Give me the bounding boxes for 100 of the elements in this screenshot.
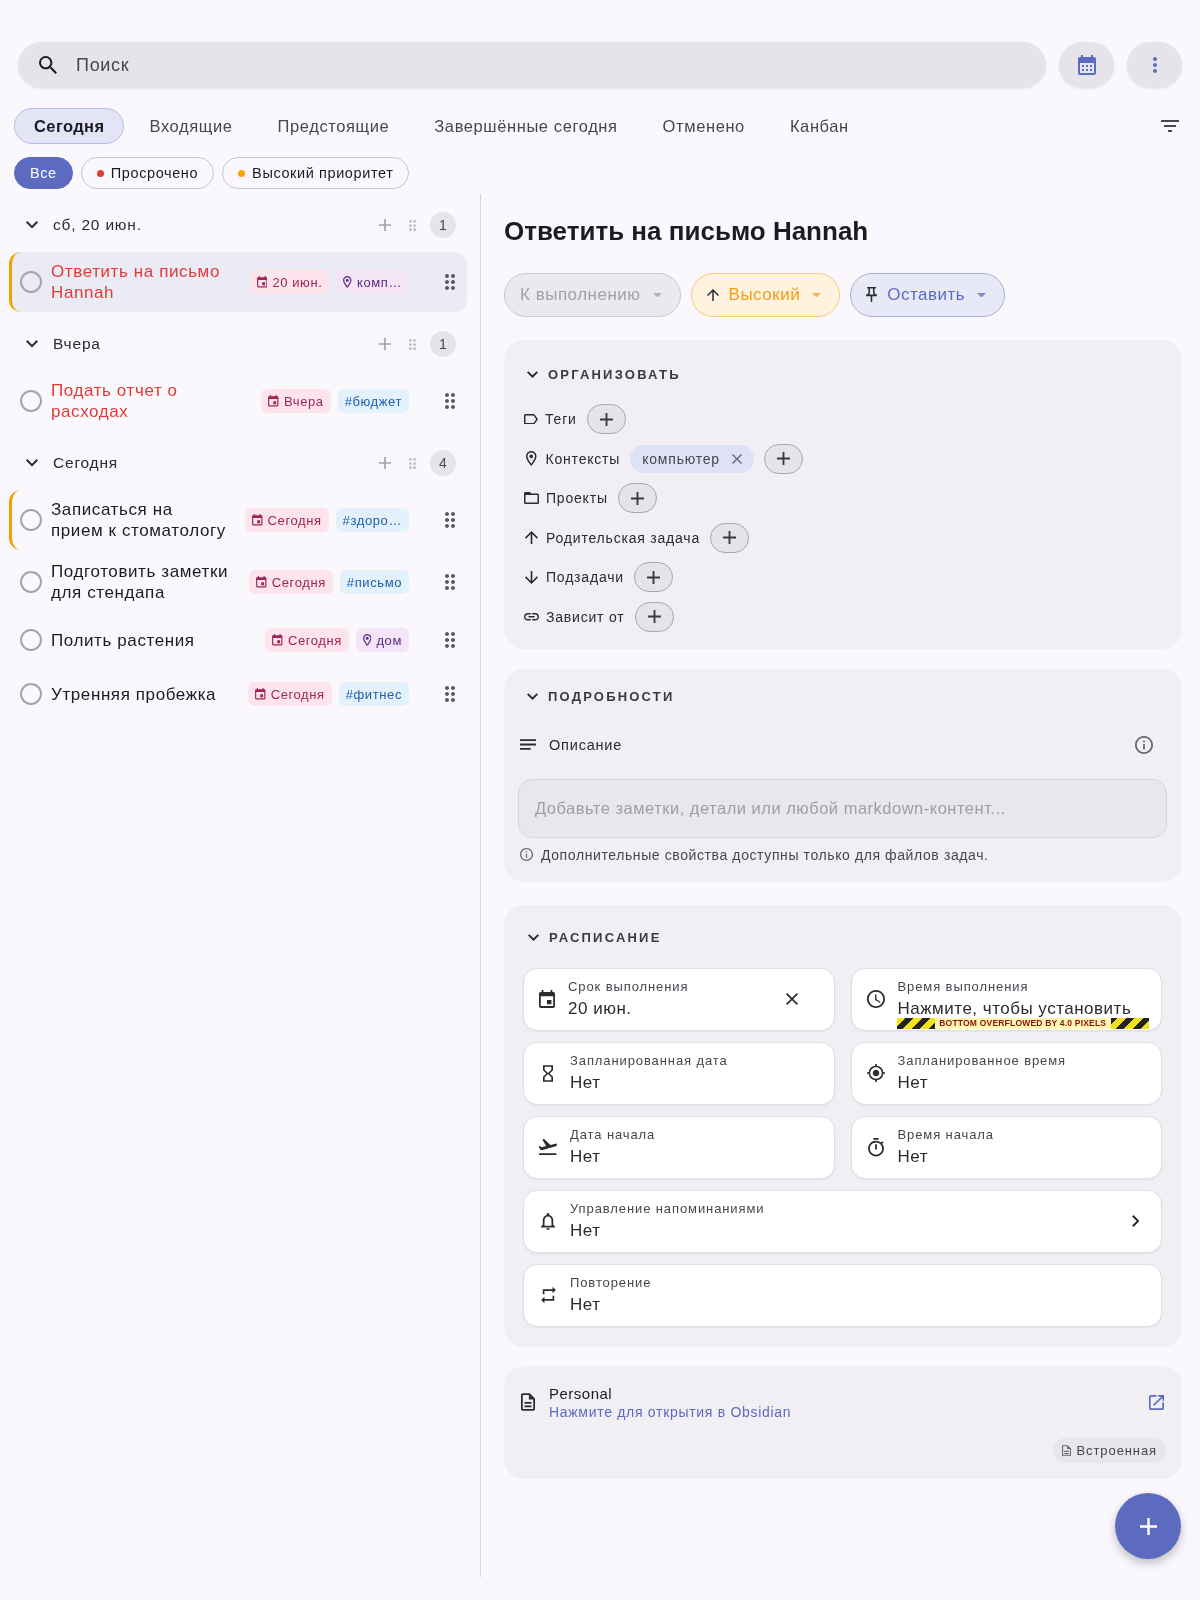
scheduled-date-field[interactable]: Запланированная дата Нет bbox=[523, 1041, 835, 1105]
open-in-obsidian-link[interactable]: Нажмите для открытия в Obsidian bbox=[549, 1402, 792, 1421]
remove-icon[interactable] bbox=[731, 453, 742, 464]
open-external-icon[interactable] bbox=[1149, 1394, 1164, 1410]
recurrence-field[interactable]: Повторение Нет bbox=[523, 1263, 1162, 1327]
drag-handle-icon[interactable] bbox=[445, 574, 455, 590]
info-icon bbox=[520, 848, 533, 862]
drag-handle-icon[interactable] bbox=[409, 457, 416, 469]
tab[interactable]: Отменено bbox=[642, 108, 765, 144]
start-date-field[interactable]: Дата начала Нет bbox=[523, 1115, 835, 1179]
dropdown-caret-icon bbox=[977, 292, 987, 298]
drag-handle-icon[interactable] bbox=[445, 274, 455, 290]
add-button[interactable] bbox=[634, 601, 674, 632]
task-checkbox[interactable] bbox=[20, 571, 42, 593]
chevron-icon[interactable] bbox=[26, 221, 38, 229]
clear-icon[interactable] bbox=[785, 993, 798, 1006]
due-date: Сегодня bbox=[270, 686, 325, 702]
drag-handle-icon[interactable] bbox=[445, 686, 455, 702]
chevron-right-icon[interactable] bbox=[1131, 1215, 1139, 1228]
filter-chip[interactable]: Просрочено bbox=[80, 157, 215, 189]
search-field[interactable]: Поиск bbox=[18, 42, 1046, 88]
plus-icon bbox=[646, 570, 660, 584]
dropdown-caret-icon bbox=[812, 292, 822, 298]
scheduled-time-field[interactable]: Запланированное время Нет bbox=[850, 1041, 1162, 1105]
field-label: Описание bbox=[549, 736, 624, 753]
count-badge: 1 bbox=[430, 331, 456, 357]
task-row[interactable]: Полить растения Сегодня дом bbox=[9, 614, 467, 666]
add-button[interactable] bbox=[586, 404, 626, 434]
calendar-button[interactable] bbox=[1059, 42, 1114, 88]
filter-chip[interactable]: Высокий приоритет bbox=[222, 157, 410, 189]
task-row[interactable]: Ответить на письмо Hannah 20 июн. комп… bbox=[9, 252, 467, 312]
due-time-field[interactable]: Время выполнения Нажмите, чтобы установить BOTTOM OVERFLOWED BY 4.0 PIXELS bbox=[850, 967, 1162, 1031]
document-icon bbox=[521, 1393, 535, 1412]
search-icon bbox=[39, 56, 57, 74]
task-checkbox[interactable] bbox=[20, 629, 42, 651]
field-label: Повторение bbox=[570, 1274, 653, 1291]
task-row[interactable]: Подать отчет о расходах Вчера #бюджет bbox=[9, 371, 467, 431]
plus-icon bbox=[723, 531, 737, 545]
description-field[interactable]: Добавьте заметки, детали или любой markdown-контент... bbox=[518, 778, 1167, 838]
field-label: Срок выполнения bbox=[568, 978, 690, 995]
drag-handle-icon[interactable] bbox=[445, 393, 455, 409]
chevron-icon[interactable] bbox=[528, 934, 539, 942]
field-label: Управление напоминаниями bbox=[570, 1200, 766, 1217]
tab[interactable]: Предстоящие bbox=[257, 108, 410, 144]
tab[interactable]: Входящие bbox=[129, 108, 253, 144]
due-date-field[interactable]: Срок выполнения 20 июн. bbox=[523, 967, 835, 1031]
info-icon[interactable] bbox=[1135, 735, 1153, 754]
drag-handle-icon[interactable] bbox=[409, 219, 416, 231]
filter-chip[interactable]: Все bbox=[14, 157, 73, 189]
reminders-field[interactable]: Управление напоминаниями Нет bbox=[523, 1189, 1162, 1253]
calendar-icon bbox=[268, 395, 279, 407]
task-title: Ответить на письмо Hannah bbox=[51, 261, 221, 303]
due-date: Сегодня bbox=[271, 574, 326, 590]
task-row[interactable]: Утренняя пробежка Сегодня #фитнес bbox=[9, 668, 467, 720]
task-row[interactable]: Записаться на прием к стоматологу Сегодня #здоро… bbox=[9, 490, 467, 550]
task-row[interactable]: Подготовить заметки для стендапа Сегодня #письмо bbox=[9, 552, 467, 612]
add-button[interactable] bbox=[710, 522, 750, 553]
start-time-field[interactable]: Время начала Нет bbox=[850, 1115, 1162, 1179]
drag-handle-icon[interactable] bbox=[445, 512, 455, 528]
tab[interactable]: Сегодня bbox=[14, 108, 125, 144]
tag-name: #здоро… bbox=[342, 512, 402, 528]
tab[interactable]: Канбан bbox=[769, 108, 869, 144]
filter-icon[interactable] bbox=[1161, 120, 1179, 132]
field-value: Нажмите, чтобы установить bbox=[897, 997, 1133, 1020]
chevron-icon[interactable] bbox=[26, 459, 38, 467]
add-task-button[interactable] bbox=[1115, 1493, 1181, 1559]
folder-icon bbox=[524, 492, 539, 505]
tag-icon bbox=[524, 413, 538, 425]
field-value: Нет bbox=[570, 1293, 602, 1316]
chevron-icon[interactable] bbox=[26, 340, 38, 348]
notes-icon bbox=[520, 739, 536, 751]
tab[interactable]: Завершённые сегодня bbox=[414, 108, 638, 144]
task-detail-title: Ответить на письмо Hannah bbox=[504, 215, 870, 247]
drag-handle-icon[interactable] bbox=[409, 338, 416, 350]
clock-icon bbox=[866, 990, 885, 1009]
task-title: Подать отчет о расходах bbox=[51, 380, 179, 422]
task-checkbox[interactable] bbox=[20, 509, 42, 531]
task-title: Подготовить заметки для стендапа bbox=[51, 561, 230, 603]
group-title: Сегодня bbox=[53, 454, 119, 472]
plus-icon bbox=[647, 610, 661, 624]
badge-label: Встроенная bbox=[1076, 1442, 1157, 1458]
add-button[interactable] bbox=[633, 562, 673, 593]
task-checkbox[interactable] bbox=[20, 390, 42, 412]
due-date: Вчера bbox=[283, 393, 324, 409]
field-label: Контексты bbox=[545, 450, 621, 467]
plus-icon bbox=[1139, 1517, 1157, 1535]
task-title: Утренняя пробежка bbox=[51, 683, 218, 705]
field-label: Проекты bbox=[546, 490, 608, 507]
add-button[interactable] bbox=[617, 483, 657, 514]
task-checkbox[interactable] bbox=[20, 271, 42, 293]
count-badge: 4 bbox=[430, 450, 456, 476]
task-checkbox[interactable] bbox=[20, 683, 42, 705]
calendar-icon bbox=[539, 990, 555, 1009]
drag-handle-icon[interactable] bbox=[445, 632, 455, 648]
section-title: РАСПИСАНИЕ bbox=[549, 930, 662, 946]
chevron-icon[interactable] bbox=[527, 370, 538, 378]
chevron-icon[interactable] bbox=[527, 693, 538, 701]
pin-dropdown[interactable]: Оставить bbox=[850, 273, 1006, 317]
link-icon bbox=[524, 613, 539, 621]
add-button[interactable] bbox=[763, 443, 803, 474]
